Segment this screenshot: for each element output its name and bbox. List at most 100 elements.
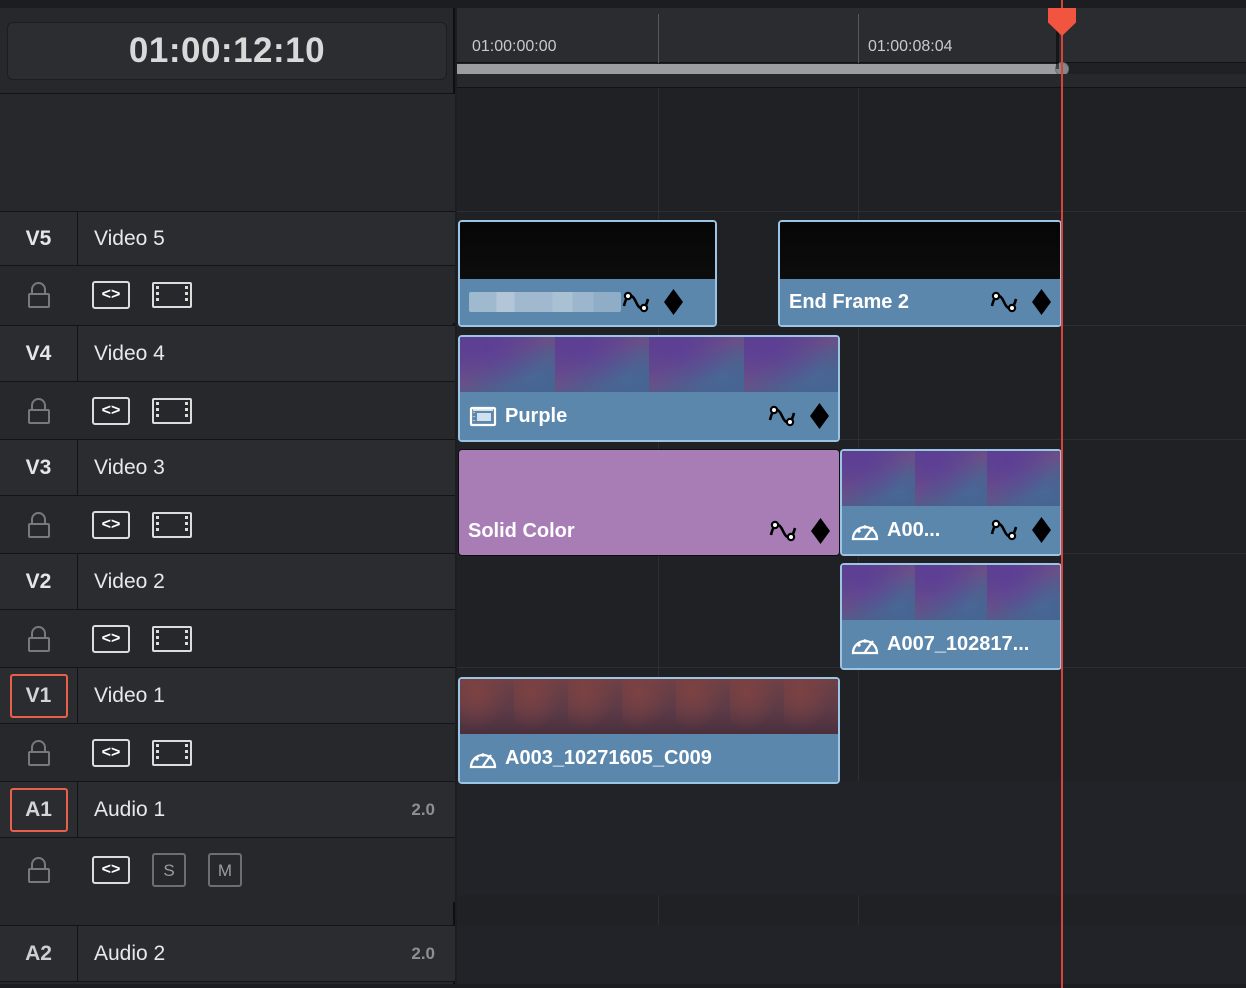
lock-icon[interactable] [28,511,50,538]
track-enable-badge-v2[interactable]: V2 [0,554,78,609]
track-enable-badge-a2[interactable]: A2 [0,926,78,981]
fade-curve-icon[interactable] [621,290,651,314]
timeline-scrollbar[interactable] [457,64,1064,74]
timeline-tracks-body[interactable]: End Frame 2 Purple Solid Color A00... A007_1… [457,88,1246,988]
clip-thumbnail-frame [651,222,715,281]
timeline-clip[interactable] [458,220,717,327]
timecode-ruler[interactable]: 01:00:00:00 01:00:08:04 [457,8,1246,63]
track-name-v2[interactable]: Video 2 [78,570,455,594]
track-button-group: <> [78,510,192,539]
track-name-v3[interactable]: Video 3 [78,456,455,480]
clip-title-bar: A003_10271605_C009 [460,734,838,782]
playhead-line[interactable] [1061,0,1063,988]
lock-icon[interactable] [28,739,50,766]
track-controls-v5: <> [0,266,455,323]
timeline-clip[interactable]: A007_102817... [840,563,1062,670]
clip-thumbnail-strip [780,222,1060,281]
auto-select-icon[interactable]: <> [92,396,130,425]
timeline-clip[interactable]: Solid Color [458,449,840,556]
ruler-label-0: 01:00:00:00 [472,38,557,55]
track-name-v1[interactable]: Video 1 [78,684,455,708]
track-enable-badge-v1[interactable]: V1 [0,668,78,723]
fade-curve-icon[interactable] [989,290,1019,314]
playhead-handle[interactable] [1048,8,1076,36]
track-lock-cell[interactable] [0,397,78,424]
track-name-a1[interactable]: Audio 1 [78,798,411,822]
clip-thumbnail-frame [730,679,784,736]
track-name-v4[interactable]: Video 4 [78,342,455,366]
keyframe-diamond-icon[interactable] [664,289,683,315]
track-name-v5[interactable]: Video 5 [78,227,455,251]
track-badge-label-v2: V2 [25,569,52,593]
lock-icon[interactable] [28,281,50,308]
video-enable-icon[interactable] [152,739,192,766]
timeline-clip[interactable]: End Frame 2 [778,220,1062,327]
track-name-a2[interactable]: Audio 2 [78,942,411,966]
lock-icon[interactable] [28,857,50,883]
keyframe-diamond-icon[interactable] [811,518,830,544]
clip-name: A003_10271605_C009 [505,746,712,769]
track-lock-cell[interactable] [0,857,78,883]
auto-select-icon[interactable]: <> [92,280,130,309]
auto-select-icon[interactable]: <> [92,738,130,767]
clip-icon-group [768,518,830,544]
clip-thumbnail-frame [622,679,676,736]
lock-icon[interactable] [28,625,50,652]
clip-thumbnail-frame [842,565,915,622]
timeline-clip[interactable]: A00... [840,449,1062,556]
ruler-tick-1 [858,14,859,63]
track-channels-a2: 2.0 [411,943,435,963]
timeline-audio-row-band-1 [457,925,1246,988]
playhead-marker-icon [1048,8,1076,36]
keyframe-diamond-icon[interactable] [1032,517,1051,543]
clip-title-bar [460,279,715,325]
video-enable-icon[interactable] [152,397,192,424]
lock-icon[interactable] [28,397,50,424]
track-badge-label-v1: V1 [9,673,68,718]
timeline-area[interactable]: 01:00:00:00 01:00:08:04 End Frame 2 Purple… [457,8,1246,988]
video-enable-icon[interactable] [152,511,192,538]
mute-button[interactable]: M [208,853,242,887]
clip-name: Solid Color [468,519,575,542]
solo-button[interactable]: S [152,853,186,887]
track-enable-badge-v3[interactable]: V3 [0,440,78,495]
track-enable-badge-v4[interactable]: V4 [0,326,78,381]
clip-icon-group [767,403,829,429]
video-enable-icon[interactable] [152,281,192,308]
clip-thumbnail-strip [460,337,838,394]
track-button-group: <> [78,280,192,309]
fade-curve-icon[interactable] [767,404,797,428]
clip-title-bar: Solid Color [459,507,839,555]
track-lock-cell[interactable] [0,739,78,766]
clip-thumbnail-frame [780,222,850,281]
clip-thumbnail-strip [842,451,1060,508]
retime-icon [851,639,879,655]
auto-select-icon[interactable]: <> [92,856,130,884]
auto-select-icon[interactable]: <> [92,510,130,539]
track-name-row-v1: V1 Video 1 [0,667,455,724]
track-enable-badge-v5[interactable]: V5 [0,212,78,265]
fade-curve-icon[interactable] [768,519,798,543]
track-header-v2: V2 Video 2 <> [0,553,455,667]
timeline-clip[interactable]: A003_10271605_C009 [458,677,840,784]
keyframe-diamond-icon[interactable] [1032,289,1051,315]
track-channels-a1: 2.0 [411,799,435,819]
clip-name: Purple [505,404,568,427]
track-lock-cell[interactable] [0,625,78,652]
video-enable-icon[interactable] [152,625,192,652]
timeline-clip[interactable]: Purple [458,335,840,442]
track-header-a2: A2 Audio 2 2.0 [0,925,455,982]
track-controls-v4: <> [0,382,455,439]
track-controls-v2: <> [0,610,455,667]
clip-thumbnail-frame [460,679,514,736]
track-lock-cell[interactable] [0,281,78,308]
clip-thumbnail-frame [850,222,920,281]
track-enable-badge-a1[interactable]: A1 [0,782,78,837]
keyframe-diamond-icon[interactable] [810,403,829,429]
auto-select-icon[interactable]: <> [92,624,130,653]
timecode-display[interactable]: 01:00:12:10 [7,22,447,80]
fade-curve-icon[interactable] [989,518,1019,542]
ruler-tick-0 [658,14,659,63]
track-lock-cell[interactable] [0,511,78,538]
clip-name: End Frame 2 [789,290,910,313]
